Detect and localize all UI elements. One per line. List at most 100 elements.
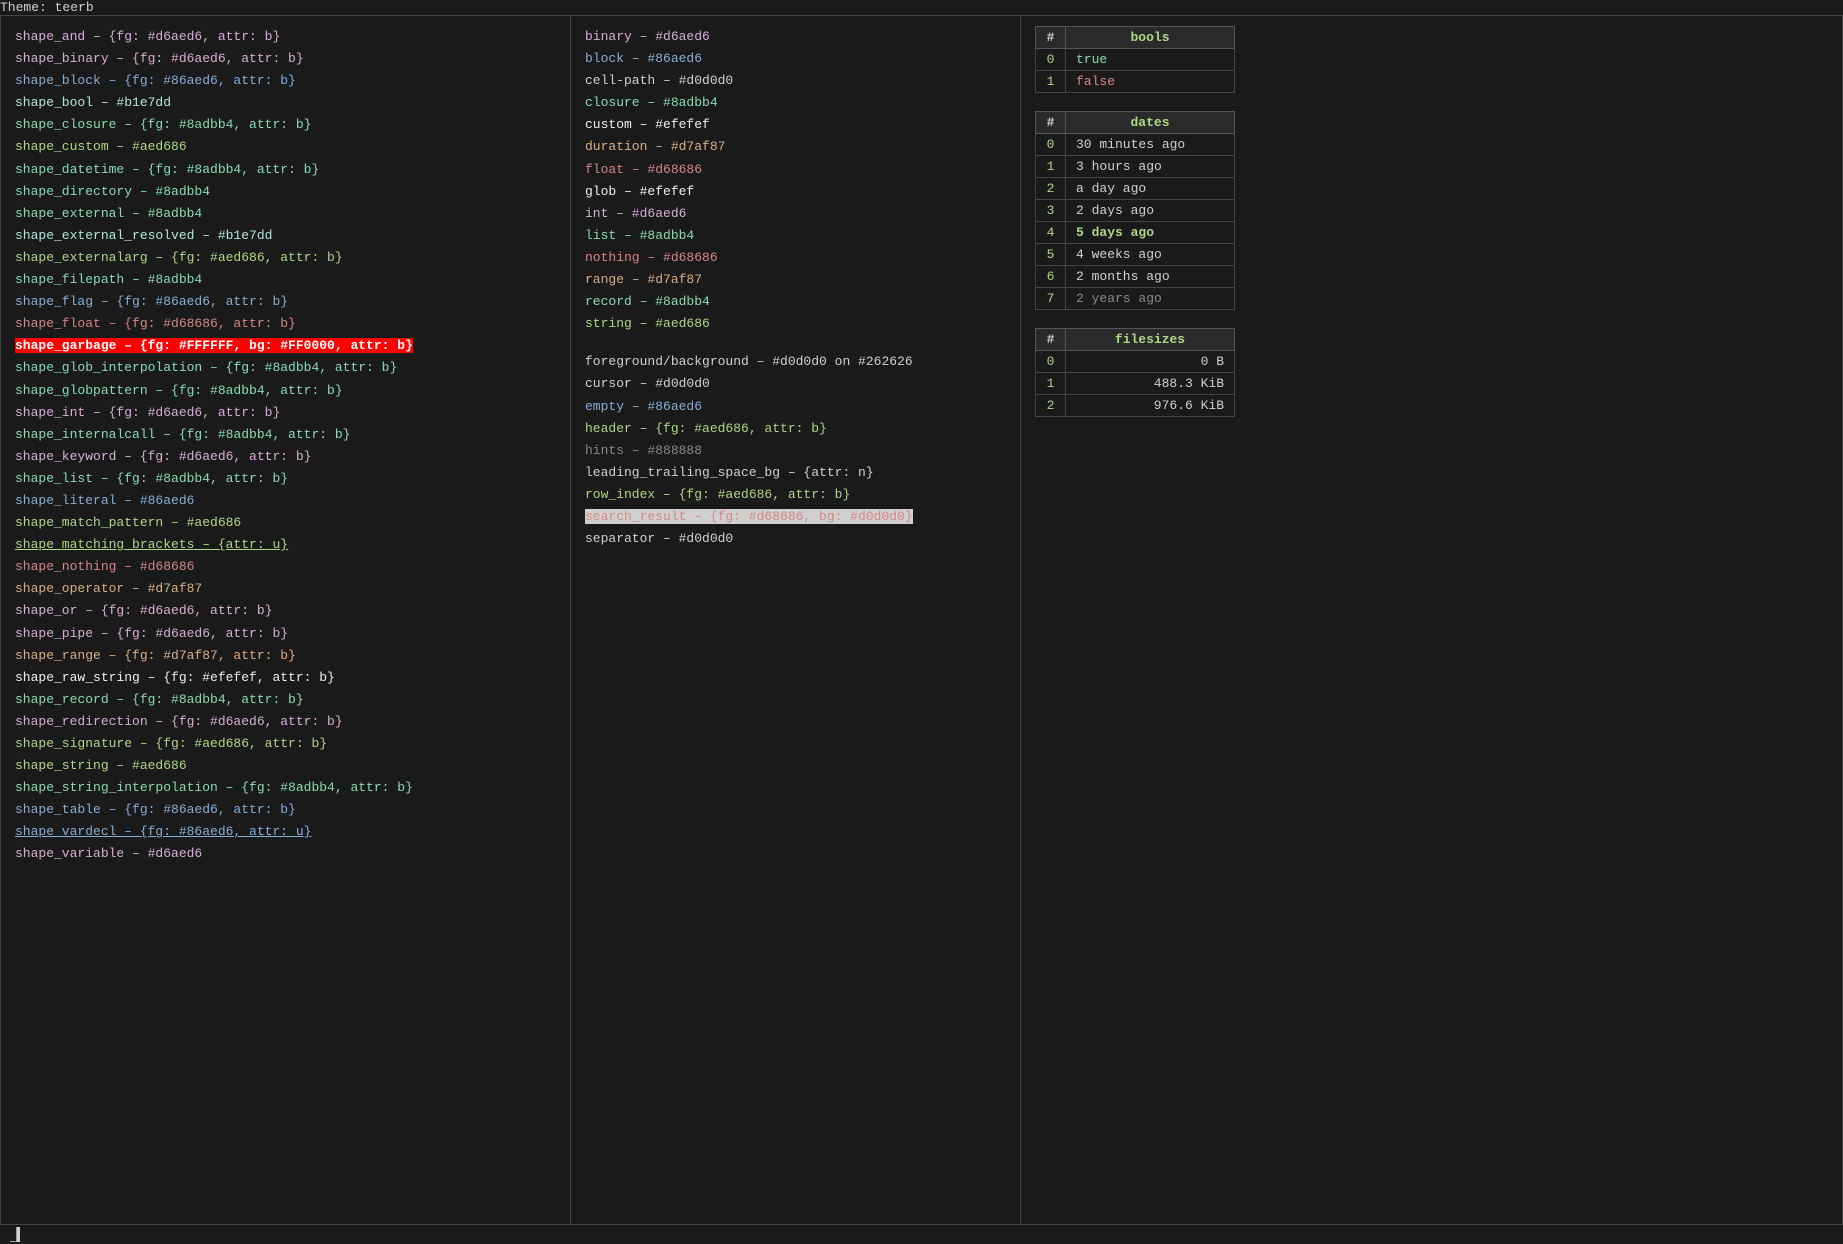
left-line-30: shape_raw_string – {fg: #efefef, attr: b… [15, 667, 556, 689]
mid-line-record: record – #8adbb4 [585, 291, 1006, 313]
left-line-12: shape_filepath – #8adbb4 [15, 269, 556, 291]
theme-bar: Theme: teerb [0, 0, 1843, 15]
dates-row-6: 6 2 months ago [1036, 266, 1235, 288]
mid-line-fg-bg: foreground/background – #d0d0d0 on #2626… [585, 351, 1006, 373]
dates-row-3: 3 2 days ago [1036, 200, 1235, 222]
mid-line-string: string – #aed686 [585, 313, 1006, 335]
left-line-38: shape_variable – #d6aed6 [15, 843, 556, 865]
filesizes-row-2: 2 976.6 KiB [1036, 395, 1235, 417]
left-line-26: shape_operator – #d7af87 [15, 578, 556, 600]
left-line-23: shape_match_pattern – #aed686 [15, 512, 556, 534]
dates-title-header: dates [1066, 112, 1235, 134]
left-line-21: shape_list – {fg: #8adbb4, attr: b} [15, 468, 556, 490]
dates-idx-4: 4 [1036, 222, 1066, 244]
left-line-9: shape_external – #8adbb4 [15, 203, 556, 225]
right-column: # bools 0 true 1 false # dates [1021, 16, 1842, 1224]
dates-val-4: 5 days ago [1066, 222, 1235, 244]
dates-idx-3: 3 [1036, 200, 1066, 222]
dates-row-1: 1 3 hours ago [1036, 156, 1235, 178]
mid-line-duration: duration – #d7af87 [585, 136, 1006, 158]
left-line-14: shape_float – {fg: #d68686, attr: b} [15, 313, 556, 335]
mid-line-glob: glob – #efefef [585, 181, 1006, 203]
mid-line-list: list – #8adbb4 [585, 225, 1006, 247]
dates-val-3: 2 days ago [1066, 200, 1235, 222]
dates-val-6: 2 months ago [1066, 266, 1235, 288]
dates-idx-2: 2 [1036, 178, 1066, 200]
mid-line-empty: empty – #86aed6 [585, 396, 1006, 418]
mid-column: binary – #d6aed6 block – #86aed6 cell-pa… [571, 16, 1021, 1224]
dates-idx-7: 7 [1036, 288, 1066, 310]
bools-row-0: 0 true [1036, 49, 1235, 71]
bools-val-1: false [1066, 71, 1235, 93]
dates-table: # dates 0 30 minutes ago 1 3 hours ago 2… [1035, 111, 1235, 310]
mid-line-leading-trailing: leading_trailing_space_bg – {attr: n} [585, 462, 1006, 484]
left-line-10: shape_external_resolved – #b1e7dd [15, 225, 556, 247]
left-line-17: shape_globpattern – {fg: #8adbb4, attr: … [15, 380, 556, 402]
left-line-2: shape_binary – {fg: #d6aed6, attr: b} [15, 48, 556, 70]
bools-table: # bools 0 true 1 false [1035, 26, 1235, 93]
filesizes-row-1: 1 488.3 KiB [1036, 373, 1235, 395]
mid-line-search-result: search_result – {fg: #d68686, bg: #d0d0d… [585, 506, 1006, 528]
filesizes-table: # filesizes 0 0 B 1 488.3 KiB 2 976.6 Ki… [1035, 328, 1235, 417]
left-line-24: shape_matching_brackets – {attr: u} [15, 534, 556, 556]
left-line-1: shape_and – {fg: #d6aed6, attr: b} [15, 26, 556, 48]
left-line-31: shape_record – {fg: #8adbb4, attr: b} [15, 689, 556, 711]
dates-val-2: a day ago [1066, 178, 1235, 200]
dates-row-5: 5 4 weeks ago [1036, 244, 1235, 266]
main-container: shape_and – {fg: #d6aed6, attr: b} shape… [0, 15, 1843, 1225]
bools-idx-1: 1 [1036, 71, 1066, 93]
left-line-7: shape_datetime – {fg: #8adbb4, attr: b} [15, 159, 556, 181]
filesizes-idx-1: 1 [1036, 373, 1066, 395]
left-line-35: shape_string_interpolation – {fg: #8adbb… [15, 777, 556, 799]
dates-val-7: 2 years ago [1066, 288, 1235, 310]
mid-line-closure: closure – #8adbb4 [585, 92, 1006, 114]
dates-val-1: 3 hours ago [1066, 156, 1235, 178]
bools-idx-0: 0 [1036, 49, 1066, 71]
bools-hash-header: # [1036, 27, 1066, 49]
filesizes-idx-0: 0 [1036, 351, 1066, 373]
left-line-28: shape_pipe – {fg: #d6aed6, attr: b} [15, 623, 556, 645]
dates-idx-5: 5 [1036, 244, 1066, 266]
mid-line-nothing: nothing – #d68686 [585, 247, 1006, 269]
left-line-4: shape_bool – #b1e7dd [15, 92, 556, 114]
mid-line-cellpath: cell-path – #d0d0d0 [585, 70, 1006, 92]
mid-line-float: float – #d68686 [585, 159, 1006, 181]
left-line-34: shape_string – #aed686 [15, 755, 556, 777]
bools-val-0: true [1066, 49, 1235, 71]
mid-line-hints: hints – #888888 [585, 440, 1006, 462]
left-column: shape_and – {fg: #d6aed6, attr: b} shape… [1, 16, 571, 1224]
mid-line-binary: binary – #d6aed6 [585, 26, 1006, 48]
dates-row-0: 0 30 minutes ago [1036, 134, 1235, 156]
left-line-20: shape_keyword – {fg: #d6aed6, attr: b} [15, 446, 556, 468]
left-line-16: shape_glob_interpolation – {fg: #8adbb4,… [15, 357, 556, 379]
mid-line-cursor: cursor – #d0d0d0 [585, 373, 1006, 395]
left-line-29: shape_range – {fg: #d7af87, attr: b} [15, 645, 556, 667]
left-line-33: shape_signature – {fg: #aed686, attr: b} [15, 733, 556, 755]
left-line-37: shape_vardecl – {fg: #86aed6, attr: u} [15, 821, 556, 843]
dates-val-5: 4 weeks ago [1066, 244, 1235, 266]
mid-line-header: header – {fg: #aed686, attr: b} [585, 418, 1006, 440]
left-line-18: shape_int – {fg: #d6aed6, attr: b} [15, 402, 556, 424]
filesizes-val-2: 976.6 KiB [1066, 395, 1235, 417]
filesizes-row-0: 0 0 B [1036, 351, 1235, 373]
mid-line-row-index: row_index – {fg: #aed686, attr: b} [585, 484, 1006, 506]
left-line-25: shape_nothing – #d68686 [15, 556, 556, 578]
dates-idx-6: 6 [1036, 266, 1066, 288]
left-line-19: shape_internalcall – {fg: #8adbb4, attr:… [15, 424, 556, 446]
dates-row-4: 4 5 days ago [1036, 222, 1235, 244]
left-line-11: shape_externalarg – {fg: #aed686, attr: … [15, 247, 556, 269]
left-line-32: shape_redirection – {fg: #d6aed6, attr: … [15, 711, 556, 733]
filesizes-val-1: 488.3 KiB [1066, 373, 1235, 395]
left-line-13: shape_flag – {fg: #86aed6, attr: b} [15, 291, 556, 313]
left-line-6: shape_custom – #aed686 [15, 136, 556, 158]
mid-separator [585, 335, 1006, 351]
filesizes-val-0: 0 B [1066, 351, 1235, 373]
theme-label: Theme: teerb [0, 0, 94, 15]
filesizes-idx-2: 2 [1036, 395, 1066, 417]
mid-line-int: int – #d6aed6 [585, 203, 1006, 225]
dates-idx-0: 0 [1036, 134, 1066, 156]
bools-title-header: bools [1066, 27, 1235, 49]
mid-line-range: range – #d7af87 [585, 269, 1006, 291]
left-line-5: shape_closure – {fg: #8adbb4, attr: b} [15, 114, 556, 136]
left-line-36: shape_table – {fg: #86aed6, attr: b} [15, 799, 556, 821]
